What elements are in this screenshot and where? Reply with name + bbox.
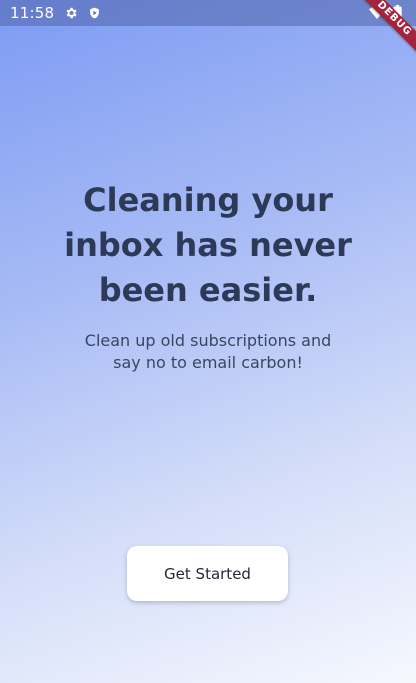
settings-icon	[64, 6, 78, 20]
status-time: 11:58	[10, 4, 55, 22]
subtitle-line: say no to email carbon!	[113, 353, 303, 372]
get-started-button[interactable]: Get Started	[127, 546, 288, 601]
headline: Cleaning your inbox has never been easie…	[0, 178, 416, 313]
subtitle: Clean up old subscriptions and say no to…	[0, 330, 416, 374]
headline-line: been easier.	[98, 271, 318, 309]
headline-line: Cleaning your	[83, 181, 333, 219]
status-bar: 11:58	[0, 0, 416, 26]
shield-icon	[88, 6, 101, 20]
headline-line: inbox has never	[64, 226, 352, 264]
subtitle-line: Clean up old subscriptions and	[84, 331, 332, 350]
app-screen: 11:58 DEBUG Cleaning your inbox has neve…	[0, 0, 416, 683]
